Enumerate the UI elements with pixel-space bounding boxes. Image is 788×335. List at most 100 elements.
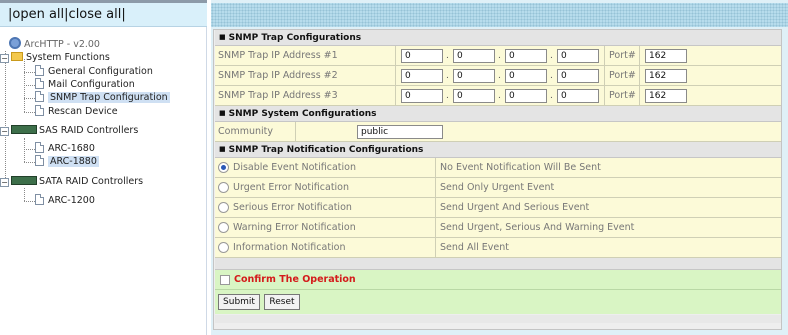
header-bar bbox=[211, 3, 788, 27]
ip-octet-3-input[interactable]: 0 bbox=[505, 89, 547, 103]
submit-button[interactable]: Submit bbox=[218, 294, 260, 310]
option-description: Send Urgent, Serious And Warning Event bbox=[440, 222, 635, 233]
tree-sas-controllers[interactable]: − SAS RAID Controllers bbox=[0, 124, 138, 138]
ip-octet-1-input[interactable]: 0 bbox=[401, 49, 443, 63]
document-icon bbox=[35, 194, 44, 205]
section-title: SNMP Trap Configurations bbox=[228, 33, 362, 43]
tree-item-mail-configuration[interactable]: Mail Configuration bbox=[35, 78, 135, 92]
tree-item-label-selected: ARC-1880 bbox=[48, 156, 99, 167]
document-icon bbox=[35, 91, 44, 102]
trap-ip-label: SNMP Trap IP Address #1 bbox=[218, 50, 338, 61]
document-icon bbox=[35, 142, 44, 153]
ip-octet-4-input[interactable]: 0 bbox=[557, 69, 599, 83]
tree-system-functions[interactable]: − System Functions bbox=[0, 51, 110, 65]
radio-button[interactable] bbox=[218, 222, 229, 233]
notification-option-information: Information Notification Send All Event bbox=[215, 238, 781, 258]
radio-button[interactable] bbox=[218, 162, 229, 173]
snmp-form: ■ SNMP Trap Configurations SNMP Trap IP A… bbox=[213, 29, 782, 330]
section-header-trap: ■ SNMP Trap Configurations bbox=[215, 30, 781, 46]
tree-item-label: Mail Configuration bbox=[48, 79, 135, 90]
ip-octet-4-input[interactable]: 0 bbox=[557, 49, 599, 63]
collapse-toggle-icon[interactable]: − bbox=[0, 178, 9, 187]
confirm-label: Confirm The Operation bbox=[234, 274, 356, 285]
tree-item-label: Rescan Device bbox=[48, 106, 118, 117]
tree-item-label-selected: SNMP Trap Configuration bbox=[48, 92, 170, 103]
section-title: SNMP System Configurations bbox=[228, 109, 377, 119]
tree-item-label: General Configuration bbox=[48, 66, 153, 77]
document-icon bbox=[35, 65, 44, 76]
tree-item-arc-1200[interactable]: ARC-1200 bbox=[35, 194, 95, 208]
trap-row-1: SNMP Trap IP Address #1 0 . 0 . 0 . 0 Po… bbox=[215, 46, 781, 66]
tree-item-rescan-device[interactable]: Rescan Device bbox=[35, 105, 118, 119]
port-input[interactable]: 162 bbox=[645, 89, 687, 103]
ip-octet-2-input[interactable]: 0 bbox=[453, 49, 495, 63]
option-label: Serious Error Notification bbox=[233, 202, 352, 213]
archttp-icon bbox=[9, 37, 21, 49]
tree-line bbox=[24, 112, 35, 113]
tree-line bbox=[24, 98, 35, 99]
notification-option-warning: Warning Error Notification Send Urgent, … bbox=[215, 218, 781, 238]
tree-sata-controllers[interactable]: − SATA RAID Controllers bbox=[0, 175, 143, 189]
ip-octet-2-input[interactable]: 0 bbox=[453, 69, 495, 83]
section-header-notification: ■ SNMP Trap Notification Configurations bbox=[215, 142, 781, 158]
community-input[interactable]: public bbox=[357, 125, 443, 139]
button-row: Submit Reset bbox=[215, 290, 781, 314]
document-icon bbox=[35, 155, 44, 166]
tree-line bbox=[24, 72, 35, 73]
option-description: Send Only Urgent Event bbox=[440, 182, 555, 193]
port-input[interactable]: 162 bbox=[645, 69, 687, 83]
app-root: |open all|close all| ArcHTTP - v2.00 − Sy… bbox=[0, 0, 788, 335]
option-label: Urgent Error Notification bbox=[233, 182, 350, 193]
tree-line bbox=[5, 51, 6, 180]
tree-item-arc-1680[interactable]: ARC-1680 bbox=[35, 142, 95, 156]
confirm-checkbox[interactable] bbox=[220, 275, 230, 285]
collapse-toggle-icon[interactable]: − bbox=[0, 127, 9, 136]
ip-octet-1-input[interactable]: 0 bbox=[401, 69, 443, 83]
port-input[interactable]: 162 bbox=[645, 49, 687, 63]
ip-octet-2-input[interactable]: 0 bbox=[453, 89, 495, 103]
close-all-link[interactable]: close all bbox=[69, 7, 122, 22]
open-close-bar: |open all|close all| bbox=[0, 3, 207, 27]
tree-item-arc-1880[interactable]: ARC-1880 bbox=[35, 155, 99, 169]
port-label: Port# bbox=[609, 50, 636, 61]
option-label: Information Notification bbox=[233, 242, 346, 253]
tree-item-label: ARC-1200 bbox=[48, 195, 95, 206]
tree-line bbox=[24, 149, 35, 150]
tree-folder-label: SAS RAID Controllers bbox=[39, 125, 139, 136]
tree-line bbox=[24, 162, 35, 163]
radio-button[interactable] bbox=[218, 182, 229, 193]
raid-controller-icon bbox=[11, 125, 37, 134]
collapse-toggle-icon[interactable]: − bbox=[0, 54, 9, 63]
raid-controller-icon bbox=[11, 176, 37, 185]
trap-ip-label: SNMP Trap IP Address #3 bbox=[218, 90, 338, 101]
open-all-link[interactable]: open all bbox=[12, 7, 64, 22]
radio-button[interactable] bbox=[218, 202, 229, 213]
tree-line bbox=[24, 188, 25, 201]
notification-option-serious: Serious Error Notification Send Urgent A… bbox=[215, 198, 781, 218]
folder-open-icon bbox=[11, 52, 23, 61]
tree-line bbox=[24, 85, 35, 86]
document-icon bbox=[35, 78, 44, 89]
trap-row-2: SNMP Trap IP Address #2 0 . 0 . 0 . 0 Po… bbox=[215, 66, 781, 86]
tree-folder-label: SATA RAID Controllers bbox=[39, 176, 144, 187]
option-description: Send All Event bbox=[440, 242, 509, 253]
reset-button[interactable]: Reset bbox=[264, 294, 300, 310]
main-content: ■ SNMP Trap Configurations SNMP Trap IP A… bbox=[211, 0, 788, 335]
trap-ip-label: SNMP Trap IP Address #2 bbox=[218, 70, 338, 81]
tree-root[interactable]: ArcHTTP - v2.00 bbox=[9, 37, 100, 51]
section-title: SNMP Trap Notification Configurations bbox=[228, 145, 424, 155]
option-description: Send Urgent And Serious Event bbox=[440, 202, 590, 213]
spacer-row bbox=[215, 258, 781, 270]
radio-button[interactable] bbox=[218, 242, 229, 253]
footer-band bbox=[215, 315, 781, 323]
ip-octet-1-input[interactable]: 0 bbox=[401, 89, 443, 103]
tree-folder-label: System Functions bbox=[26, 52, 110, 63]
section-header-system: ■ SNMP System Configurations bbox=[215, 106, 781, 122]
ip-octet-3-input[interactable]: 0 bbox=[505, 69, 547, 83]
ip-octet-3-input[interactable]: 0 bbox=[505, 49, 547, 63]
tree-item-general-configuration[interactable]: General Configuration bbox=[35, 65, 153, 79]
tree-line bbox=[24, 138, 25, 162]
tree-item-snmp-trap-configuration[interactable]: SNMP Trap Configuration bbox=[35, 91, 170, 105]
document-icon bbox=[35, 105, 44, 116]
ip-octet-4-input[interactable]: 0 bbox=[557, 89, 599, 103]
